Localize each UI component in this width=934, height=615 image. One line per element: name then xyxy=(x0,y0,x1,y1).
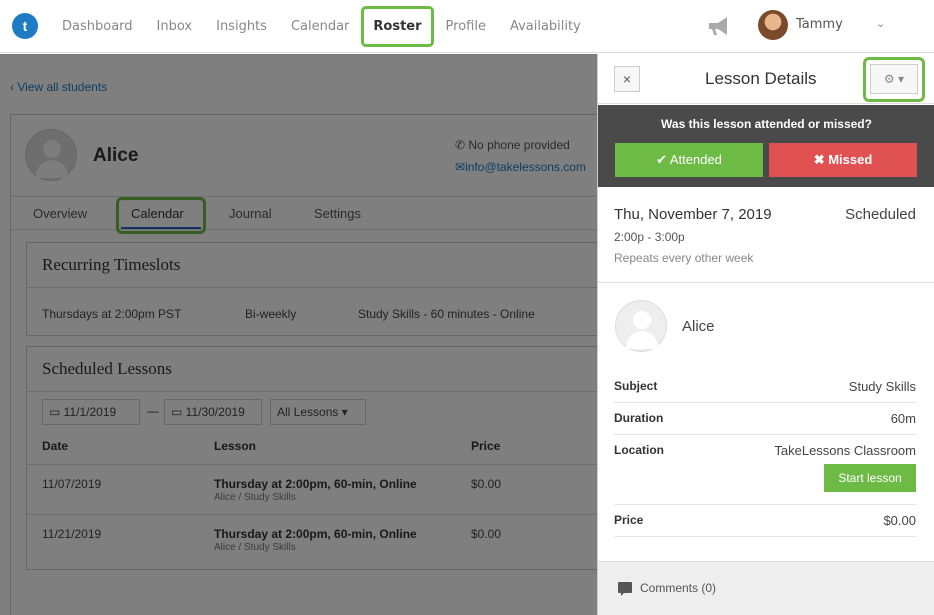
comment-icon xyxy=(618,582,632,596)
attendance-question: Was this lesson attended or missed? xyxy=(661,117,872,131)
modal-backdrop[interactable] xyxy=(0,54,597,615)
duration-label: Duration xyxy=(614,411,664,425)
nav-roster[interactable]: Roster xyxy=(361,0,434,53)
price-label: Price xyxy=(614,513,644,527)
nav-profile[interactable]: Profile xyxy=(434,0,498,53)
top-nav: t Dashboard Inbox Insights Calendar Rost… xyxy=(0,0,934,53)
divider xyxy=(614,402,916,403)
divider xyxy=(614,434,916,435)
divider xyxy=(598,282,934,283)
lesson-time: 2:00p - 3:00p xyxy=(614,230,685,244)
missed-button[interactable]: ✖ Missed xyxy=(769,143,917,177)
start-lesson-button[interactable]: Start lesson xyxy=(824,464,916,492)
chevron-down-icon[interactable]: ⌄ xyxy=(876,17,885,30)
subject-value: Study Skills xyxy=(848,379,916,394)
drawer-student-name: Alice xyxy=(682,318,715,335)
user-name[interactable]: Tammy xyxy=(796,17,843,32)
user-avatar[interactable] xyxy=(758,10,788,40)
lesson-details-drawer: × Lesson Details ⚙ ▾ Was this lesson att… xyxy=(597,54,934,615)
highlight-box xyxy=(863,57,925,102)
location-value: TakeLessons Classroom xyxy=(774,443,916,458)
lesson-status: Scheduled xyxy=(845,206,916,223)
student-avatar xyxy=(615,300,667,352)
drawer-header: × Lesson Details ⚙ ▾ xyxy=(598,54,934,104)
attended-button[interactable]: ✔ Attended xyxy=(615,143,763,177)
lesson-date: Thu, November 7, 2019 xyxy=(614,206,772,223)
nav-calendar[interactable]: Calendar xyxy=(279,0,361,53)
attendance-bar: Was this lesson attended or missed? ✔ At… xyxy=(598,105,934,187)
duration-value: 60m xyxy=(890,411,916,426)
lesson-repeat: Repeats every other week xyxy=(614,251,754,265)
nav-availability[interactable]: Availability xyxy=(498,0,593,53)
location-label: Location xyxy=(614,443,664,457)
price-value: $0.00 xyxy=(883,513,916,528)
comments-bar[interactable]: Comments (0) xyxy=(598,561,934,615)
nav-inbox[interactable]: Inbox xyxy=(145,0,205,53)
drawer-title: Lesson Details xyxy=(705,69,817,88)
comments-label[interactable]: Comments (0) xyxy=(640,581,716,595)
close-button[interactable]: × xyxy=(614,66,640,92)
subject-label: Subject xyxy=(614,379,658,393)
divider xyxy=(614,536,916,537)
megaphone-icon[interactable] xyxy=(706,15,730,37)
divider xyxy=(614,504,916,505)
nav-insights[interactable]: Insights xyxy=(204,0,279,53)
takelessons-logo[interactable]: t xyxy=(12,13,38,39)
nav-dashboard[interactable]: Dashboard xyxy=(50,0,145,53)
